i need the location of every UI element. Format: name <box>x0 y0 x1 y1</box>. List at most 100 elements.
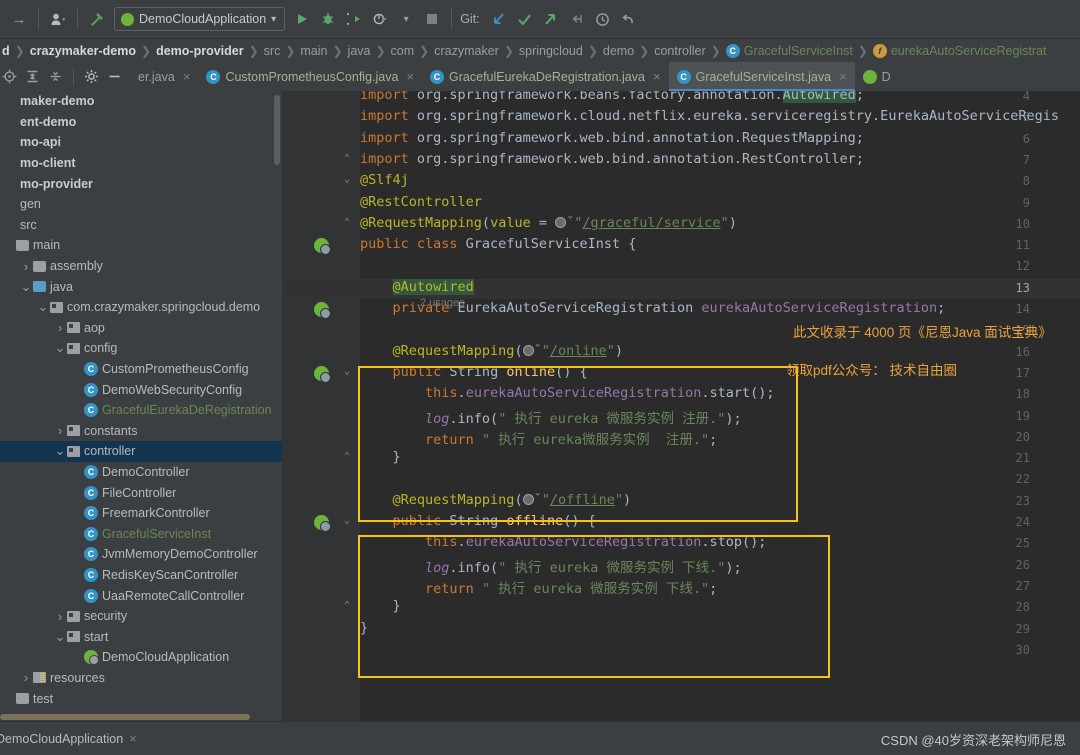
chevron-right-icon[interactable]: › <box>53 609 67 624</box>
editor-tab-gracefulserviceinst-java[interactable]: CGracefulServiceInst.java× <box>669 62 855 91</box>
breadcrumb-item-src[interactable]: src <box>262 44 283 58</box>
tree-item-aop[interactable]: ›aop <box>0 318 282 339</box>
spring-gutter-icon[interactable] <box>314 302 329 317</box>
tree-item-gracefulserviceinst[interactable]: CGracefulServiceInst <box>0 523 282 544</box>
update-project-icon[interactable] <box>486 6 512 32</box>
editor-gutter[interactable] <box>282 91 360 721</box>
breadcrumb-item-demo[interactable]: demo <box>601 44 636 58</box>
chevron-down-icon[interactable]: ▾ <box>271 14 276 25</box>
tree-item-assembly[interactable]: ›assembly <box>0 256 282 277</box>
tree-item-ent-demo[interactable]: ent-demo <box>0 112 282 133</box>
tree-item-gracefuleurekaderegistration[interactable]: CGracefulEurekaDeRegistration <box>0 400 282 421</box>
breadcrumb-item-crazymaker[interactable]: crazymaker <box>432 44 501 58</box>
code-editor[interactable]: 4import org.springframework.beans.factor… <box>282 91 1080 721</box>
breadcrumb-item-java[interactable]: java <box>346 44 373 58</box>
tree-item-test[interactable]: test <box>0 688 282 709</box>
chevron-down-icon[interactable]: ⌄ <box>53 633 67 641</box>
code-line-18[interactable]: this.eurekaAutoServiceRegistration.start… <box>360 385 775 401</box>
tree-item-filecontroller[interactable]: CFileController <box>0 482 282 503</box>
run-configuration-selector[interactable]: DemoCloudApplication ▾ <box>114 7 285 31</box>
build-hammer-icon[interactable] <box>84 6 110 32</box>
code-line-9[interactable]: @RestController <box>360 194 482 210</box>
expand-all-icon[interactable] <box>25 69 40 84</box>
tree-item-start[interactable]: ⌄start <box>0 626 282 647</box>
code-line-25[interactable]: this.eurekaAutoServiceRegistration.stop(… <box>360 534 766 550</box>
close-icon[interactable]: × <box>839 69 847 84</box>
tree-item-com-crazymaker-springcloud-demo[interactable]: ⌄com.crazymaker.springcloud.demo <box>0 297 282 318</box>
breadcrumb-item-eurekaautoserviceregistrat[interactable]: feurekaAutoServiceRegistrat <box>871 44 1049 58</box>
tree-item-config[interactable]: ⌄config <box>0 338 282 359</box>
run-icon[interactable] <box>289 6 315 32</box>
code-line-16[interactable]: @RequestMapping(ˇ"/online") <box>360 343 623 359</box>
hide-panel-icon[interactable] <box>107 69 122 84</box>
editor-tab-d[interactable]: D <box>855 62 899 91</box>
tree-item-democloudapplication[interactable]: DemoCloudApplication <box>0 647 282 668</box>
profiler-icon[interactable] <box>367 6 393 32</box>
code-line-13[interactable]: @Autowired <box>360 279 474 295</box>
code-line-6[interactable]: import org.springframework.web.bind.anno… <box>360 130 864 146</box>
tree-item-uaaremotecallcontroller[interactable]: CUaaRemoteCallController <box>0 585 282 606</box>
close-icon[interactable]: × <box>653 69 661 84</box>
editor-tab-gracefuleurekaderegistration-java[interactable]: CGracefulEurekaDeRegistration.java× <box>422 62 669 91</box>
history-icon[interactable] <box>590 6 616 32</box>
debug-icon[interactable] <box>315 6 341 32</box>
spring-gutter-icon[interactable] <box>314 238 329 253</box>
code-line-19[interactable]: log.info(" 执行 eureka 微服务实例 注册."); <box>360 407 742 427</box>
close-icon[interactable]: × <box>406 69 414 84</box>
close-icon[interactable]: × <box>183 69 191 84</box>
breadcrumb-item-demo-provider[interactable]: demo-provider <box>154 44 246 58</box>
breadcrumb-item-main[interactable]: main <box>298 44 329 58</box>
code-line-28[interactable]: } <box>360 598 401 614</box>
code-fold-toggle[interactable]: ⌄ <box>344 175 353 184</box>
breadcrumb-item-gracefulserviceinst[interactable]: CGracefulServiceInst <box>724 44 855 58</box>
code-line-26[interactable]: log.info(" 执行 eureka 微服务实例 下线."); <box>360 556 742 576</box>
tree-item-democontroller[interactable]: CDemoController <box>0 462 282 483</box>
code-line-17[interactable]: public String online() { <box>360 364 588 380</box>
tree-horizontal-scrollbar[interactable] <box>0 713 282 721</box>
code-line-24[interactable]: public String offline() { <box>360 513 596 529</box>
code-line-11[interactable]: public class GracefulServiceInst { <box>360 236 636 252</box>
code-line-20[interactable]: return " 执行 eureka微服务实例 注册."; <box>360 428 717 448</box>
chevron-right-icon[interactable]: › <box>19 259 33 274</box>
code-line-21[interactable]: } <box>360 449 401 465</box>
spring-gutter-icon[interactable] <box>314 366 329 381</box>
tree-item-mo-provider[interactable]: mo-provider <box>0 173 282 194</box>
run-tool-window-tab[interactable]: DemoCloudApplication × <box>0 731 147 746</box>
chevron-down-icon[interactable]: ⌄ <box>19 283 33 291</box>
tree-item-java[interactable]: ⌄java <box>0 276 282 297</box>
profiler-chevron-down-icon[interactable]: ▾ <box>393 6 419 32</box>
code-line-27[interactable]: return " 执行 eureka 微服务实例 下线."; <box>360 577 717 597</box>
chevron-down-icon[interactable]: ⌄ <box>53 447 67 455</box>
code-line-7[interactable]: import org.springframework.web.bind.anno… <box>360 151 864 167</box>
tree-vertical-scrollbar[interactable] <box>274 95 280 165</box>
breadcrumb-item-d[interactable]: d <box>0 44 12 58</box>
chevron-down-icon[interactable]: ⌄ <box>53 344 67 352</box>
tree-item-controller[interactable]: ⌄controller <box>0 441 282 462</box>
tree-item-freemarkcontroller[interactable]: CFreemarkController <box>0 503 282 524</box>
tree-item-main[interactable]: main <box>0 235 282 256</box>
locate-file-icon[interactable] <box>2 69 17 84</box>
project-tree[interactable]: maker-demoent-demomo-apimo-clientmo-prov… <box>0 91 282 721</box>
code-fold-toggle[interactable]: ⌃ <box>344 601 353 610</box>
chevron-down-icon[interactable]: ⌄ <box>36 303 50 311</box>
editor-tab-customprometheusconfig-java[interactable]: CCustomPrometheusConfig.java× <box>198 62 422 91</box>
spring-gutter-icon[interactable] <box>314 515 329 530</box>
tree-item-mo-api[interactable]: mo-api <box>0 132 282 153</box>
run-with-coverage-icon[interactable] <box>341 6 367 32</box>
chevron-right-icon[interactable]: › <box>19 670 33 685</box>
code-line-10[interactable]: @RequestMapping(value = ˇ"/graceful/serv… <box>360 215 737 231</box>
usages-inlay-hint[interactable]: 2 usages <box>420 297 465 309</box>
code-line-8[interactable]: @Slf4j <box>360 172 409 188</box>
tree-item-rediskeyscancontroller[interactable]: CRedisKeyScanController <box>0 565 282 586</box>
tree-item-gen[interactable]: gen <box>0 194 282 215</box>
user-dropdown-icon[interactable] <box>45 6 71 32</box>
tree-item-mo-client[interactable]: mo-client <box>0 153 282 174</box>
undo-icon[interactable] <box>616 6 642 32</box>
tree-item-security[interactable]: ›security <box>0 606 282 627</box>
tree-item-demowebsecurityconfig[interactable]: CDemoWebSecurityConfig <box>0 379 282 400</box>
code-fold-toggle[interactable]: ⌄ <box>344 516 353 525</box>
code-line-5[interactable]: import org.springframework.cloud.netflix… <box>360 108 1059 124</box>
code-fold-toggle[interactable]: ⌃ <box>344 452 353 461</box>
close-icon[interactable]: × <box>129 731 137 746</box>
code-fold-toggle[interactable]: ⌄ <box>344 367 353 376</box>
